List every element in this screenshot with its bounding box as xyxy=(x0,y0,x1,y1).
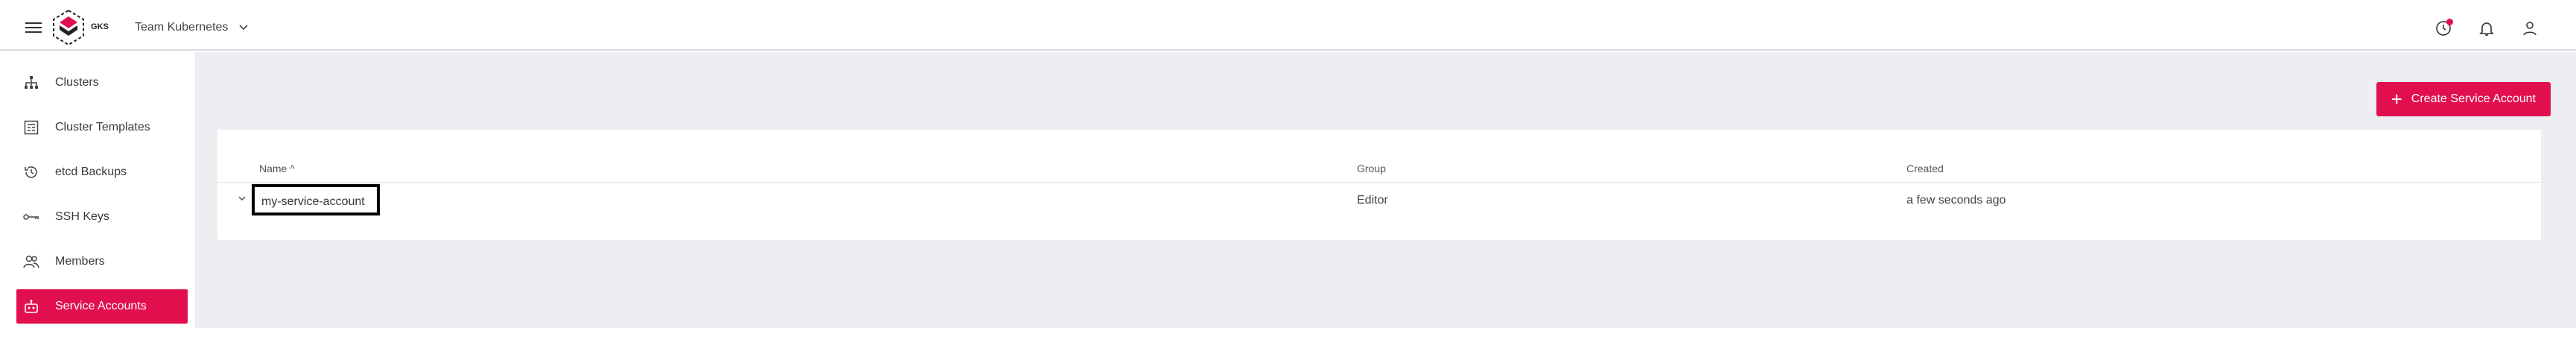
chevron-down-icon[interactable] xyxy=(237,193,247,204)
sidebar: Clusters Cluster Templates etcd Backups … xyxy=(0,52,195,340)
column-header-group: Group xyxy=(1357,163,1386,174)
main-content: + Create Service Account Name ^ Group Cr… xyxy=(195,52,2576,328)
sidebar-item-service-accounts[interactable]: Service Accounts xyxy=(16,289,188,324)
project-name: Team Kubernetes xyxy=(135,21,229,34)
top-bar: GKS Team Kubernetes xyxy=(0,0,2576,51)
sidebar-item-label: Cluster Templates xyxy=(55,121,150,133)
table-row[interactable]: my-service-account Editor a few seconds … xyxy=(217,183,2541,218)
sidebar-item-label: SSH Keys xyxy=(55,210,109,223)
user-icon[interactable] xyxy=(2521,19,2539,37)
sidebar-item-label: Clusters xyxy=(55,76,99,89)
menu-icon[interactable] xyxy=(25,22,42,33)
robot-icon xyxy=(22,298,40,315)
history-icon xyxy=(22,163,40,181)
plus-icon: + xyxy=(2391,88,2402,110)
create-service-account-button[interactable]: + Create Service Account xyxy=(2376,82,2551,116)
create-button-label: Create Service Account xyxy=(2411,92,2536,105)
key-icon xyxy=(22,208,40,226)
notification-dot xyxy=(2446,19,2453,25)
sidebar-item-label: Members xyxy=(55,255,105,268)
sidebar-item-ssh-keys[interactable]: SSH Keys xyxy=(16,200,188,234)
sitemap-icon xyxy=(22,74,40,92)
column-header-name[interactable]: Name ^ xyxy=(259,163,295,174)
sidebar-item-members[interactable]: Members xyxy=(16,245,188,279)
template-icon xyxy=(22,119,40,136)
footer-strip xyxy=(0,328,2576,340)
people-icon xyxy=(22,253,40,271)
help-icon[interactable] xyxy=(2435,19,2453,37)
chevron-down-icon xyxy=(239,25,248,31)
service-account-created: a few seconds ago xyxy=(1906,194,2006,207)
service-account-name[interactable]: my-service-account xyxy=(252,184,380,215)
sidebar-item-clusters[interactable]: Clusters xyxy=(16,66,188,100)
sidebar-item-label: Service Accounts xyxy=(55,300,147,312)
sidebar-item-cluster-templates[interactable]: Cluster Templates xyxy=(16,110,188,145)
service-account-group: Editor xyxy=(1357,194,1388,207)
bell-icon[interactable] xyxy=(2478,19,2496,37)
sidebar-item-etcd-backups[interactable]: etcd Backups xyxy=(16,155,188,189)
sidebar-item-label: etcd Backups xyxy=(55,166,127,178)
service-accounts-table: Name ^ Group Created my-service-account … xyxy=(217,130,2541,240)
column-header-label: Name xyxy=(259,163,287,174)
project-selector[interactable]: Team Kubernetes xyxy=(135,21,249,34)
column-header-created: Created xyxy=(1906,163,1944,174)
gks-logo-icon[interactable] xyxy=(48,7,89,48)
logo-text: GKS xyxy=(91,22,109,31)
sort-ascending-icon: ^ xyxy=(290,163,295,174)
